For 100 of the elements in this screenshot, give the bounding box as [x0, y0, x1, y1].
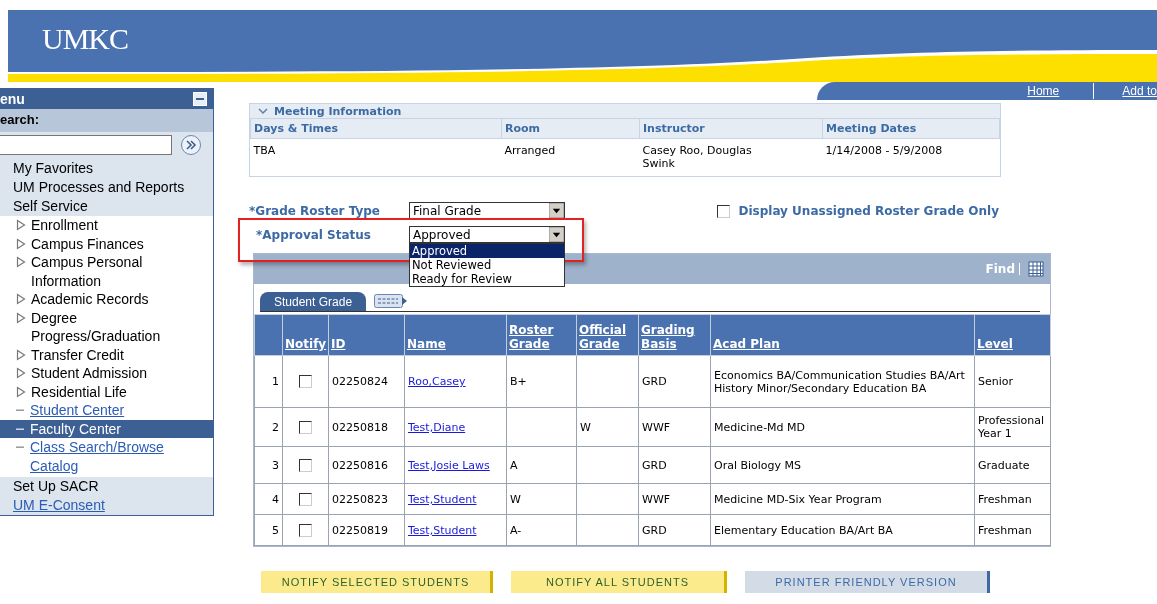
dropdown-option[interactable]: Approved [410, 244, 564, 258]
checkbox[interactable] [299, 420, 312, 434]
table-cell: W [506, 483, 577, 515]
dropdown-option[interactable]: Not Reviewed [410, 258, 564, 272]
table-cell: Graduate [974, 446, 1051, 484]
table-cell: Arranged [501, 138, 640, 176]
column-header[interactable]: Name [404, 314, 507, 356]
table-cell: WWF [638, 483, 711, 515]
menu-item[interactable]: Residential Life [0, 382, 213, 401]
column-header: Instructor [639, 118, 823, 139]
table-cell: Medicine MD-Six Year Program [710, 483, 975, 515]
menu-item[interactable]: Faculty Center [0, 419, 213, 438]
student-link[interactable]: Test,Student [404, 483, 507, 515]
menu-item[interactable]: Academic Records [0, 290, 213, 309]
row-number: 4 [254, 483, 283, 515]
triangle-icon [16, 367, 26, 379]
nav-link[interactable]: Add to [1094, 84, 1157, 98]
table-cell: 02250818 [328, 407, 405, 447]
column-header[interactable]: Acad Plan [710, 314, 975, 356]
menu-item[interactable]: Class Search/Browse Catalog [0, 438, 213, 475]
section-title: Meeting Information [274, 104, 402, 118]
table-cell: TBA [250, 138, 502, 176]
table-cell: W [576, 407, 639, 447]
menu-item[interactable]: Student Admission [0, 364, 213, 383]
row-number: 3 [254, 446, 283, 484]
table-cell: 1/14/2008 - 5/9/2008 [822, 138, 1000, 176]
nav-link[interactable]: Home [999, 84, 1060, 98]
triangle-icon [16, 311, 26, 324]
triangle-icon [16, 385, 26, 398]
menu-item[interactable]: Student Center [0, 401, 213, 420]
go-icon[interactable] [180, 134, 202, 156]
table-cell [576, 514, 639, 546]
table-cell: A [506, 446, 577, 484]
column-header[interactable]: Level [974, 314, 1051, 356]
action-button[interactable]: PRINTER FRIENDLY VERSION [745, 571, 990, 593]
table-cell: Freshman [974, 483, 1051, 515]
checkbox[interactable] [299, 458, 312, 472]
search-label: earch: [0, 112, 40, 127]
table-cell: Elementary Education BA/Art BA [710, 514, 975, 546]
menu-item[interactable]: My Favorites [13, 160, 94, 176]
row-number: 5 [254, 514, 283, 546]
checkbox[interactable] [299, 523, 312, 537]
menu-item[interactable]: Transfer Credit [0, 345, 213, 364]
action-button[interactable]: NOTIFY SELECTED STUDENTS [261, 571, 493, 593]
action-button[interactable]: NOTIFY ALL STUDENTS [511, 571, 727, 593]
checkbox[interactable] [717, 204, 731, 218]
student-link[interactable]: Test,Student [404, 514, 507, 546]
table-cell: Senior [974, 355, 1051, 408]
table-cell: GRD [638, 514, 711, 546]
menu-item[interactable]: UM E-Consent [13, 497, 105, 513]
table-cell: Oral Biology MS [710, 446, 975, 484]
checkbox[interactable] [299, 375, 312, 389]
menu-item[interactable]: Campus Finances [0, 234, 213, 253]
table-cell [506, 407, 577, 447]
column-header[interactable]: Grading Basis [638, 314, 711, 356]
student-link[interactable]: Roo,Casey [404, 355, 507, 408]
field-label: *Grade Roster Type [249, 203, 381, 218]
triangle-icon [16, 348, 26, 361]
menu-item[interactable]: UM Processes and Reports [13, 179, 185, 195]
show-all-columns-icon[interactable] [374, 294, 409, 308]
table-cell: 02250816 [328, 446, 405, 484]
column-header: Meeting Dates [822, 118, 1000, 139]
column-header: Room [501, 118, 640, 139]
separator [1019, 263, 1020, 275]
dropdown-option[interactable]: Ready for Review [410, 272, 564, 286]
table-cell: WWF [638, 407, 711, 447]
table-cell [576, 446, 639, 484]
menu-item[interactable]: Campus Personal Information [0, 253, 213, 290]
table-cell: 02250824 [328, 355, 405, 408]
dropdown[interactable]: Approved [409, 226, 565, 243]
student-link[interactable]: Test,Josie Laws [404, 446, 507, 484]
column-header[interactable]: Roster Grade [506, 314, 577, 356]
table-cell: Medicine-Md MD [710, 407, 975, 447]
tab[interactable]: Student Grade [260, 292, 367, 312]
menu-item[interactable]: Set Up SACR [13, 478, 99, 494]
table-cell: GRD [638, 355, 711, 408]
chevron-icon[interactable] [258, 107, 268, 115]
menu-item[interactable]: Degree Progress/Graduation [0, 308, 213, 346]
grid-icon[interactable] [1028, 261, 1044, 277]
dropdown-arrow-icon [549, 203, 564, 218]
column-header[interactable]: ID [328, 314, 405, 356]
logo: UMKC [42, 22, 128, 56]
triangle-icon [16, 256, 26, 268]
table-cell [576, 355, 639, 408]
table-cell: 02250819 [328, 514, 405, 546]
menu-item[interactable]: Enrollment [0, 216, 213, 235]
table-cell: 02250823 [328, 483, 405, 515]
collapse-icon[interactable] [193, 92, 207, 106]
checkbox-label: Display Unassigned Roster Grade Only [738, 204, 999, 218]
student-link[interactable]: Test,Diane [404, 407, 507, 447]
search-field[interactable] [0, 135, 172, 155]
checkbox[interactable] [299, 492, 312, 506]
table-cell: A- [506, 514, 577, 546]
table-cell: B+ [506, 355, 577, 408]
triangle-icon [16, 293, 26, 305]
table-cell: GRD [638, 446, 711, 484]
column-header[interactable]: Notify [282, 314, 329, 356]
column-header[interactable]: Official Grade [576, 314, 639, 356]
menu-item[interactable]: Self Service [13, 198, 88, 214]
row-number: 1 [254, 355, 283, 408]
